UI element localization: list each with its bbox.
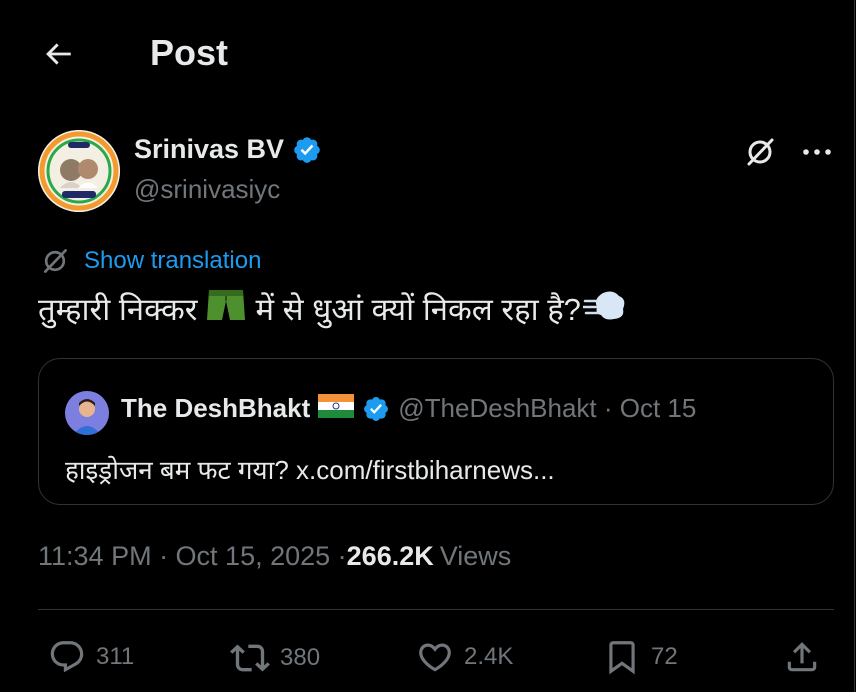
india-flag-emoji (318, 394, 355, 423)
post-page: Post Srinivas BV @srinivasiyc Show trans… (0, 0, 855, 692)
repost-button[interactable]: 380 (230, 638, 320, 678)
author-name-row[interactable]: Srinivas BV (134, 134, 322, 165)
like-button[interactable]: 2.4K (416, 638, 513, 676)
like-count: 2.4K (464, 643, 514, 670)
page-title: Post (150, 32, 229, 73)
quoted-author-handle-date: @TheDeshBhakt · Oct 15 (398, 393, 697, 423)
arrow-left-icon (46, 43, 71, 65)
heart-icon (419, 643, 451, 672)
page-header: Post (0, 0, 855, 106)
tweet-text-part-1: तुम्हारी निक्कर (38, 292, 198, 327)
views-label: Views (439, 541, 512, 571)
verified-badge-icon (364, 396, 389, 421)
divider (38, 609, 834, 610)
grok-button[interactable] (740, 132, 780, 172)
reply-button[interactable]: 311 (48, 638, 134, 676)
back-button[interactable] (34, 30, 82, 78)
author-avatar[interactable] (38, 130, 120, 212)
tweet-text-part-2: में से धुआं क्यों निकल रहा है? (255, 292, 581, 327)
quoted-author-avatar[interactable] (65, 391, 109, 435)
verified-badge-icon (294, 136, 320, 163)
quoted-avatar-image (65, 391, 109, 435)
shorts-emoji (205, 287, 247, 331)
author-name[interactable]: Srinivas BV (134, 134, 284, 165)
post-meta: 11:34 PM · Oct 15, 2025 · 266.2K Views (38, 541, 511, 572)
grok-icon (747, 138, 774, 166)
bookmark-icon (609, 641, 635, 675)
reply-count: 311 (96, 643, 135, 670)
show-translation-link[interactable]: Show translation (84, 247, 261, 275)
author-handle[interactable]: @srinivasiyc (134, 174, 280, 205)
quoted-post-card[interactable]: The DeshBhakt @TheDeshBhakt · Oct 15 हाइ… (38, 358, 834, 505)
more-dots-icon (803, 149, 831, 155)
more-options-button[interactable] (797, 132, 837, 172)
repost-count: 380 (280, 644, 321, 671)
quoted-post-header: The DeshBhakt @TheDeshBhakt · Oct 15 (121, 393, 696, 424)
grok-translate-icon (43, 249, 67, 273)
bookmark-count: 72 (651, 643, 678, 670)
quoted-post-text: हाइड्रोजन बम फट गया? x.com/firstbiharnew… (65, 455, 555, 485)
share-button[interactable] (783, 638, 821, 676)
avatar-image (38, 130, 120, 212)
share-icon (787, 642, 817, 672)
views-count: 266.2K (346, 541, 434, 571)
tweet-text: तुम्हारी निक्कर में से धुआं क्यों निकल र… (38, 287, 627, 331)
reply-icon (50, 641, 84, 673)
dashing-away-emoji (581, 287, 627, 331)
repost-icon (230, 644, 270, 672)
show-translation-row[interactable]: Show translation (40, 246, 261, 276)
quoted-author-name[interactable]: The DeshBhakt (121, 393, 310, 424)
bookmark-button[interactable]: 72 (603, 638, 678, 676)
post-timestamp[interactable]: 11:34 PM · Oct 15, 2025 · (38, 541, 347, 572)
